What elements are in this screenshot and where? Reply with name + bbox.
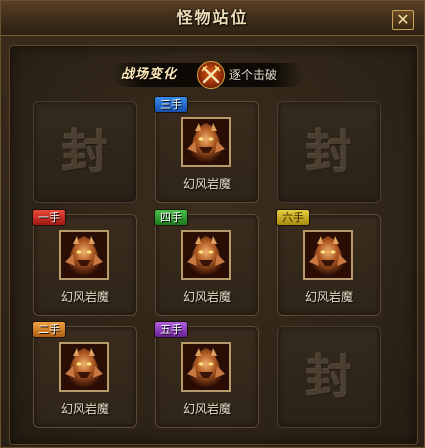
- seal-glyph: 封: [306, 125, 352, 179]
- order-tag: 六手: [276, 209, 310, 226]
- window-title: 怪物站位: [176, 8, 249, 27]
- monster-name: 幻风岩魔: [60, 402, 109, 416]
- sealed-slot: 封: [33, 101, 137, 203]
- monster-name: 幻风岩魔: [304, 290, 353, 304]
- monster-slot[interactable]: 幻风岩魔: [277, 214, 381, 316]
- title-bar[interactable]: 怪物站位 ✕: [1, 1, 424, 36]
- order-tag: 五手: [154, 321, 188, 338]
- battle-mode-text: 逐个击破: [229, 68, 278, 82]
- seal-glyph: 封: [62, 125, 108, 179]
- monster-slot[interactable]: 幻风岩魔: [155, 214, 259, 316]
- sealed-slot: 封: [277, 101, 381, 203]
- monster-portrait: [181, 230, 231, 280]
- monster-name: 幻风岩魔: [60, 290, 109, 304]
- crossed-swords-icon[interactable]: [197, 61, 225, 89]
- battle-change-label: 战场变化: [121, 67, 178, 82]
- monster-name: 幻风岩魔: [182, 290, 231, 304]
- monster-name: 幻风岩魔: [182, 177, 231, 191]
- monster-portrait: [59, 230, 109, 280]
- monster-portrait: [59, 342, 109, 392]
- order-tag: 二手: [32, 321, 66, 338]
- monster-slot[interactable]: 幻风岩魔: [33, 214, 137, 316]
- monster-portrait: [303, 230, 353, 280]
- order-tag: 四手: [154, 209, 188, 226]
- monster-portrait: [181, 342, 231, 392]
- close-button[interactable]: ✕: [392, 10, 414, 30]
- order-tag: 一手: [32, 209, 66, 226]
- sealed-slot: 封: [277, 326, 381, 428]
- order-tag: 三手: [154, 96, 188, 113]
- monster-name: 幻风岩魔: [182, 402, 231, 416]
- monster-slot[interactable]: 幻风岩魔: [33, 326, 137, 428]
- monster-portrait: [181, 117, 231, 167]
- seal-glyph: 封: [306, 350, 352, 404]
- monster-slot[interactable]: 幻风岩魔: [155, 101, 259, 203]
- monster-formation-window: 怪物站位 ✕ 战场变化 逐个击破 封 幻风岩魔 三手 封 幻风岩魔 一手 幻风岩…: [0, 0, 425, 448]
- monster-slot[interactable]: 幻风岩魔: [155, 326, 259, 428]
